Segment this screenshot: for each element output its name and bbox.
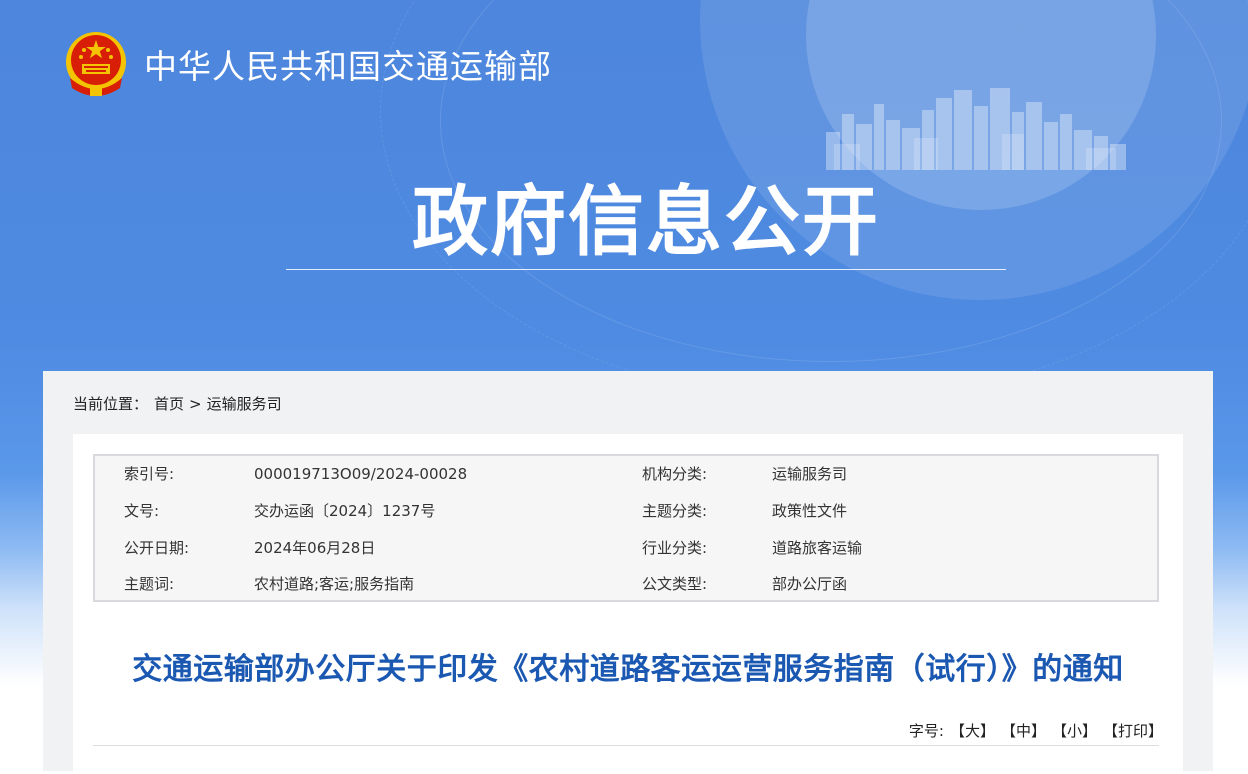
- site-header: 中华人民共和国交通运输部: [60, 28, 552, 100]
- metadata-value: 交办运函〔2024〕1237号: [254, 502, 436, 520]
- metadata-key: 行业分类:: [642, 539, 708, 557]
- metadata-key: 公文类型:: [642, 575, 708, 593]
- banner-underline: [286, 269, 1006, 270]
- breadcrumb-label: 当前位置：: [73, 395, 149, 413]
- metadata-value: 运输服务司: [772, 465, 848, 483]
- title-divider: [93, 745, 1159, 746]
- font-size-label: 字号:: [908, 722, 944, 740]
- metadata-key: 公开日期:: [124, 539, 190, 557]
- metadata-value: 农村道路;客运;服务指南: [254, 575, 415, 593]
- font-size-controls: 字号: 【大】 【中】 【小】 【打印】: [909, 720, 1163, 741]
- metadata-key: 主题分类:: [642, 502, 708, 520]
- national-emblem-icon: [66, 32, 126, 96]
- document-metadata-table: 索引号: 000019713O09/2024-00028 机构分类: 运输服务司…: [93, 454, 1159, 602]
- site-name: 中华人民共和国交通运输部: [144, 47, 552, 86]
- breadcrumb-dept-link[interactable]: 运输服务司: [207, 393, 282, 414]
- metadata-value: 部办公厅函: [772, 575, 848, 593]
- metadata-row: 索引号: 000019713O09/2024-00028 机构分类: 运输服务司: [95, 461, 1157, 487]
- metadata-value: 道路旅客运输: [772, 539, 863, 557]
- breadcrumb-home-link[interactable]: 首页: [154, 393, 184, 414]
- metadata-key: 机构分类:: [642, 465, 708, 483]
- metadata-row: 主题词: 农村道路;客运;服务指南 公文类型: 部办公厅函: [95, 571, 1157, 597]
- metadata-key: 文号:: [124, 502, 160, 520]
- content-panel: 当前位置： 首页 > 运输服务司 索引号: 000019713O09/2024-…: [43, 371, 1213, 774]
- print-button[interactable]: 【打印】: [1103, 720, 1163, 741]
- metadata-value: 2024年06月28日: [254, 539, 376, 557]
- metadata-row: 文号: 交办运函〔2024〕1237号 主题分类: 政策性文件: [95, 498, 1157, 524]
- banner-title: 政府信息公开: [412, 177, 880, 266]
- font-size-large-button[interactable]: 【大】: [950, 720, 995, 741]
- metadata-value: 000019713O09/2024-00028: [254, 465, 468, 483]
- metadata-row: 公开日期: 2024年06月28日 行业分类: 道路旅客运输: [95, 535, 1157, 561]
- breadcrumb-separator: >: [189, 394, 202, 413]
- metadata-value: 政策性文件: [772, 502, 848, 520]
- font-size-medium-button[interactable]: 【中】: [1001, 720, 1046, 741]
- document-title: 交通运输部办公厅关于印发《农村道路客运运营服务指南（试行）》的通知: [132, 652, 1124, 687]
- metadata-key: 主题词:: [124, 575, 175, 593]
- font-size-small-button[interactable]: 【小】: [1052, 720, 1097, 741]
- metadata-key: 索引号:: [124, 465, 175, 483]
- breadcrumb: 当前位置： 首页 > 运输服务司: [73, 393, 282, 414]
- city-skyline-graphic: [826, 88, 1126, 170]
- article-container: 索引号: 000019713O09/2024-00028 机构分类: 运输服务司…: [73, 434, 1183, 774]
